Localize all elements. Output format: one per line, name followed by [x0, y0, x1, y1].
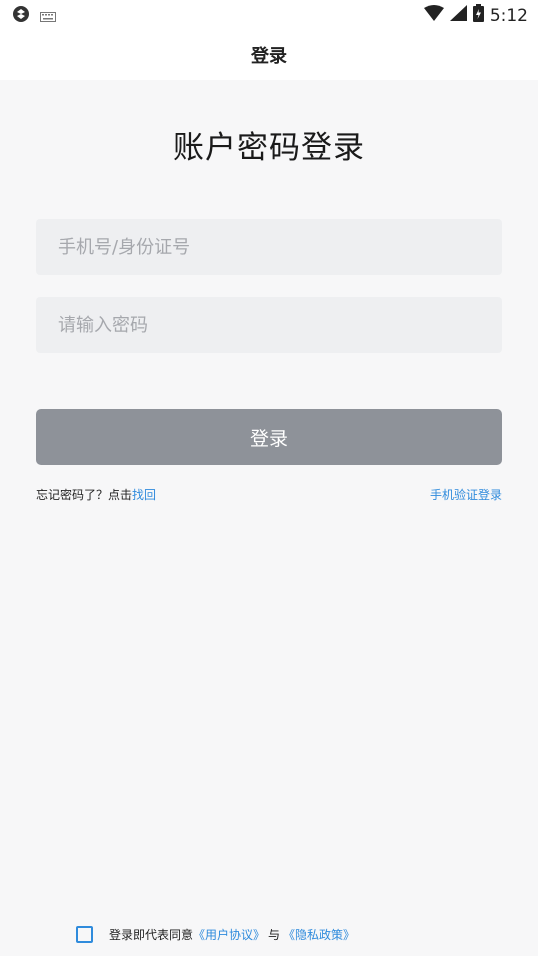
clock-time: 5:12 [489, 5, 528, 26]
login-heading: 账户密码登录 [173, 130, 365, 166]
phone-field[interactable] [36, 219, 502, 275]
phone-input[interactable] [36, 219, 502, 275]
status-right-icons: 5:12 [423, 4, 528, 27]
agreement-prefix: 登录即代表同意 [109, 928, 194, 942]
wifi-icon [423, 5, 444, 26]
navigation-bar: 登录 [0, 30, 538, 80]
keyboard-icon [40, 7, 56, 26]
helper-links-row: 忘记密码了？点击找回 手机验证登录 [36, 486, 502, 504]
status-left-icons [12, 5, 56, 27]
login-button[interactable]: 登录 [36, 409, 502, 465]
sms-login-link[interactable]: 手机验证登录 [430, 486, 502, 503]
privacy-policy-link[interactable]: 《隐私政策》 [283, 926, 355, 943]
forgot-password-prefix: 忘记密码了？点击 [36, 488, 133, 502]
agreement-checkbox[interactable] [76, 926, 93, 943]
page-title: 登录 [251, 46, 287, 67]
status-bar: 5:12 [0, 0, 538, 30]
app-notification-icon [12, 5, 30, 27]
recover-password-link[interactable]: 找回 [132, 488, 156, 502]
signal-icon [449, 5, 467, 26]
password-input[interactable] [36, 297, 502, 353]
agreement-row: 登录即代表同意 《用户协议》 与 《隐私政策》 [76, 926, 355, 943]
user-agreement-link[interactable]: 《用户协议》 [193, 926, 265, 943]
forgot-password-text: 忘记密码了？点击找回 [36, 486, 156, 503]
battery-icon [472, 4, 484, 27]
password-field[interactable] [36, 297, 502, 353]
agreement-conjunction: 与 [268, 928, 281, 942]
